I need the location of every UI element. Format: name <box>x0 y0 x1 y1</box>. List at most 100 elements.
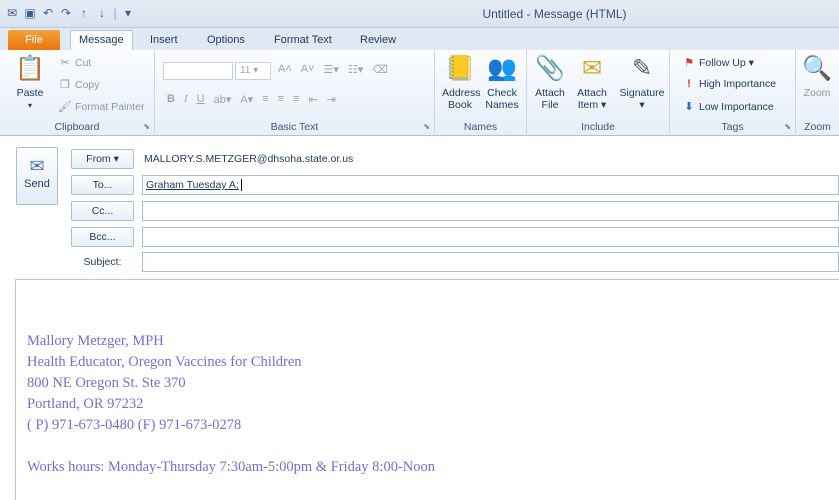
message-body[interactable]: Mallory Metzger, MPH Health Educator, Or… <box>15 279 839 500</box>
align-center-icon[interactable]: ≡ <box>278 93 284 106</box>
font-name-combo[interactable] <box>163 62 233 80</box>
clipboard-group: 📋 Paste ▾ ✂ Cut ❐ Copy 🖌 Format Painter C… <box>0 50 155 136</box>
tab-insert[interactable]: Insert <box>142 31 186 50</box>
send-button[interactable]: ✉ Send <box>16 147 58 205</box>
dialog-launcher-icon[interactable]: ⬊ <box>423 122 430 131</box>
title-bar: ✉ ▣ ↶ ↷ ↑ ↓ | ▾ Untitled - Message (HTML… <box>0 0 839 28</box>
copy-label: Copy <box>75 78 100 91</box>
address-book-button[interactable]: 📒 Address Book <box>439 54 481 111</box>
cut-button[interactable]: ✂ Cut <box>58 56 92 70</box>
bcc-field[interactable] <box>142 227 839 247</box>
high-importance-label: High Importance <box>699 78 777 90</box>
text-caret <box>240 179 242 192</box>
copy-button[interactable]: ❐ Copy <box>58 78 100 92</box>
underline-button[interactable]: U <box>197 93 205 106</box>
zoom-button[interactable]: 🔍 Zoom <box>798 54 836 99</box>
attach-item-button[interactable]: ✉ Attach Item ▾ <box>571 54 613 111</box>
from-button[interactable]: From ▾ <box>71 149 134 169</box>
clear-format-icon[interactable]: ⌫ <box>372 63 388 76</box>
signature-button[interactable]: ✎ Signature ▾ <box>617 54 667 111</box>
ribbon-tabs: File Message Insert Options Format Text … <box>0 28 839 51</box>
attach-file-button[interactable]: 📎 Attach File <box>533 54 567 111</box>
follow-up-button[interactable]: ⚑ Follow Up ▾ <box>682 56 754 70</box>
tab-options[interactable]: Options <box>199 31 253 50</box>
copy-icon: ❐ <box>60 79 70 91</box>
tags-group-label: Tags <box>721 121 744 133</box>
signature-block: Mallory Metzger, MPH Health Educator, Or… <box>27 331 435 478</box>
tab-format-text[interactable]: Format Text <box>266 31 340 50</box>
signature-address-line-2: Portland, OR 97232 <box>27 396 144 412</box>
cc-button[interactable]: Cc... <box>71 201 134 221</box>
subject-label: Subject: <box>83 256 122 268</box>
signature-address-line-1: 800 NE Oregon St. Ste 370 <box>27 375 186 391</box>
signature-label: Signature ▾ <box>619 87 665 111</box>
check-names-button[interactable]: 👥 Check Names <box>481 54 523 111</box>
paperclip-icon: 📎 <box>535 55 565 82</box>
grow-font-icon[interactable]: A˄ <box>278 63 292 76</box>
pen-icon: ✎ <box>631 55 653 82</box>
to-field[interactable]: Graham Tuesday A; <box>142 175 839 195</box>
basic-text-group-label: Basic Text <box>270 121 319 133</box>
bold-button[interactable]: B <box>167 93 175 106</box>
paste-button[interactable]: 📋 Paste ▾ <box>12 54 48 112</box>
bcc-button[interactable]: Bcc... <box>71 227 134 247</box>
check-names-label: Check Names <box>485 87 519 111</box>
font-size-value: 11 <box>240 65 251 76</box>
numbering-icon[interactable]: ☷▾ <box>348 63 363 76</box>
dialog-launcher-icon[interactable]: ⬊ <box>784 122 791 131</box>
scissors-icon: ✂ <box>60 57 70 69</box>
clipboard-group-label: Clipboard <box>54 121 100 133</box>
signature-phones: ( P) 971-673-0480 (F) 971-673-0278 <box>27 417 242 433</box>
cc-field[interactable] <box>142 201 839 221</box>
names-group-label: Names <box>463 121 498 133</box>
flag-icon: ⚑ <box>684 57 694 69</box>
paintbrush-icon: 🖌 <box>58 101 72 113</box>
paste-label: Paste <box>16 87 44 99</box>
zoom-group-label: Zoom <box>804 121 831 133</box>
signature-name: Mallory Metzger, MPH <box>27 333 164 349</box>
italic-button[interactable]: I <box>184 93 188 106</box>
address-book-label: Address Book <box>442 87 481 111</box>
cut-label: Cut <box>75 56 92 69</box>
font-color-icon[interactable]: A▾ <box>240 93 253 106</box>
tab-file[interactable]: File <box>8 30 60 50</box>
subject-input[interactable] <box>146 253 838 271</box>
follow-up-label: Follow Up ▾ <box>699 56 754 69</box>
envelope-icon: ✉ <box>581 55 603 82</box>
magnifier-icon: 🔍 <box>802 55 832 82</box>
address-book-icon: 📒 <box>445 55 475 82</box>
dialog-launcher-icon[interactable]: ⬊ <box>143 122 150 131</box>
attach-file-label: Attach File <box>535 87 565 111</box>
tags-group: ⚑ Follow Up ▾ ! High Importance ⬇ Low Im… <box>670 50 796 136</box>
attach-item-label: Attach Item ▾ <box>577 87 607 111</box>
recipient-name[interactable]: Graham Tuesday A; <box>146 179 239 191</box>
align-left-icon[interactable]: ≡ <box>262 93 268 106</box>
to-button[interactable]: To... <box>71 175 134 195</box>
include-group-label: Include <box>581 121 615 133</box>
font-size-combo[interactable]: 11 ▾ <box>235 62 271 80</box>
high-importance-button[interactable]: ! High Importance <box>682 78 776 90</box>
check-names-icon: 👥 <box>487 55 517 82</box>
down-arrow-icon: ⬇ <box>684 101 694 113</box>
zoom-group: 🔍 Zoom Zoom <box>796 50 839 136</box>
tab-review[interactable]: Review <box>352 31 404 50</box>
tab-message[interactable]: Message <box>70 30 133 51</box>
signature-title: Health Educator, Oregon Vaccines for Chi… <box>27 354 302 370</box>
low-importance-button[interactable]: ⬇ Low Importance <box>682 100 773 114</box>
send-icon: ✉ <box>29 156 45 176</box>
bullets-icon[interactable]: ☰▾ <box>324 63 339 76</box>
window-title: Untitled - Message (HTML) <box>482 7 627 21</box>
format-painter-label: Format Painter <box>75 100 145 113</box>
ribbon: 📋 Paste ▾ ✂ Cut ❐ Copy 🖌 Format Painter C… <box>0 50 839 136</box>
font-tools-row-2: B I U ab▾ A▾ ≡ ≡ ≡ ⇤ ⇥ <box>167 93 336 106</box>
shrink-font-icon[interactable]: A˅ <box>301 63 315 76</box>
increase-indent-icon[interactable]: ⇥ <box>327 93 336 106</box>
font-tools-row-1: A˄ A˅ ☰▾ ☷▾ ⌫ <box>278 63 388 76</box>
align-right-icon[interactable]: ≡ <box>293 93 299 106</box>
subject-field[interactable] <box>142 252 839 272</box>
exclamation-icon: ! <box>687 78 691 90</box>
decrease-indent-icon[interactable]: ⇤ <box>308 93 317 106</box>
format-painter-button[interactable]: 🖌 Format Painter <box>58 100 145 114</box>
highlight-icon[interactable]: ab▾ <box>214 93 232 106</box>
signature-hours: Works hours: Monday-Thursday 7:30am-5:00… <box>27 459 436 475</box>
